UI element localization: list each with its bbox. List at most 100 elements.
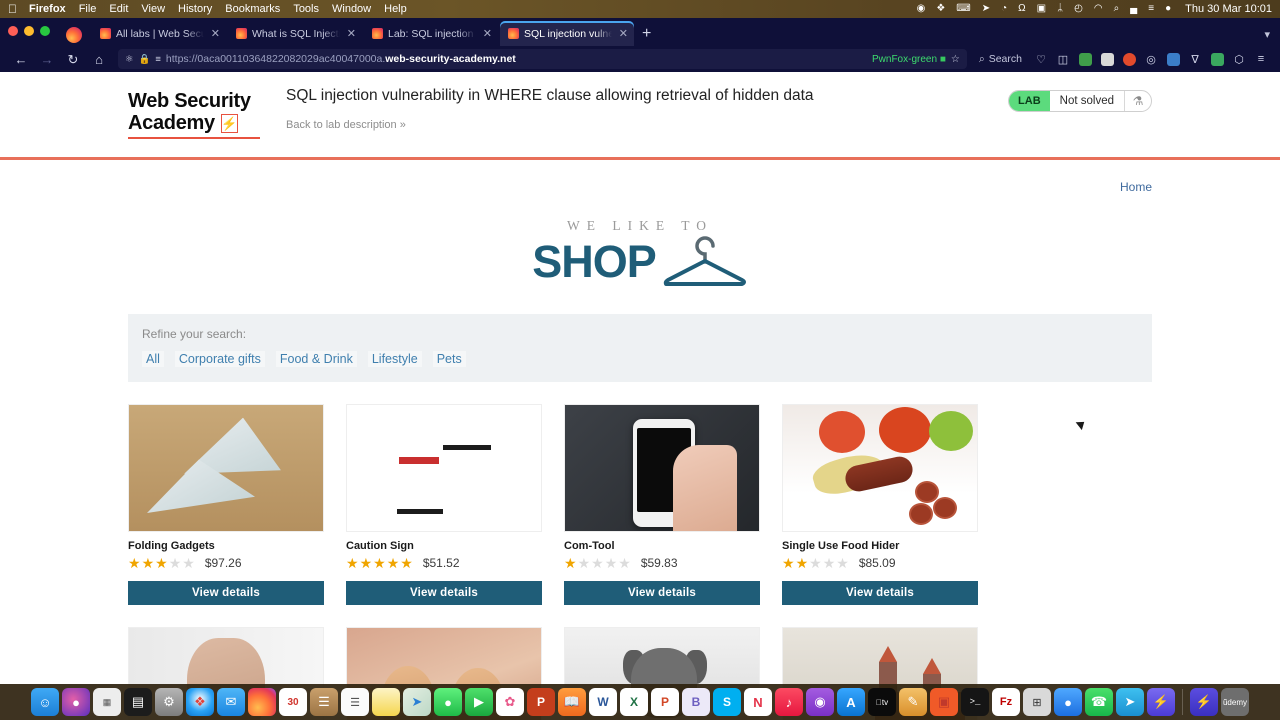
facetime-icon[interactable]: ▶ xyxy=(465,688,493,716)
safari-icon[interactable]: ❖ xyxy=(186,688,214,716)
menu-item-firefox[interactable]: Firefox xyxy=(29,3,66,15)
view-details-button[interactable]: View details xyxy=(128,581,324,605)
search-field[interactable]: ⌕ Search xyxy=(979,53,1022,66)
product-image-yellow-caution-signs[interactable] xyxy=(346,404,542,532)
address-bar[interactable]: ⚛ 🔒 ≡ https://0aca00110364822082029ac400… xyxy=(118,49,967,69)
menu-item-edit[interactable]: Edit xyxy=(109,3,128,15)
new-tab-button[interactable]: + xyxy=(642,26,651,42)
menu-item-tools[interactable]: Tools xyxy=(293,3,319,15)
account-icon[interactable]: ⬡ xyxy=(1228,50,1250,68)
menu-item-history[interactable]: History xyxy=(178,3,212,15)
terminal-icon[interactable]: >_ xyxy=(961,688,989,716)
home-link[interactable]: Home xyxy=(1120,180,1152,194)
menu-item-file[interactable]: File xyxy=(79,3,97,15)
sidebar-icon[interactable]: ◫ xyxy=(1052,50,1074,68)
udemy-icon[interactable]: ũdemy xyxy=(1221,688,1249,716)
keyboard-icon[interactable]: ⌨ xyxy=(956,4,970,14)
siri-icon[interactable]: ● xyxy=(62,688,90,716)
lab-status-widget[interactable]: LAB Not solved ⚗ xyxy=(1008,90,1152,112)
close-window-button[interactable] xyxy=(8,26,18,36)
mission-control-icon[interactable]: ▤ xyxy=(124,688,152,716)
powerpoint-red-icon[interactable]: P xyxy=(527,688,555,716)
flask-icon[interactable]: ⚗ xyxy=(1125,91,1151,111)
menu-item-bookmarks[interactable]: Bookmarks xyxy=(225,3,280,15)
appstore-icon[interactable]: A xyxy=(837,688,865,716)
tab-lab-sql-injection[interactable]: Lab: SQL injection vulnerability ✕ xyxy=(364,21,498,46)
extension-hackvertor-icon[interactable] xyxy=(1074,50,1096,68)
news-icon[interactable]: N xyxy=(744,688,772,716)
apple-menu-icon[interactable]:  xyxy=(8,3,17,15)
filter-lifestyle[interactable]: Lifestyle xyxy=(367,351,422,367)
mail-icon[interactable]: ✉ xyxy=(217,688,245,716)
screenshot-icon[interactable]: ▣ xyxy=(1037,4,1046,14)
tab-sql-injection-where-clause[interactable]: SQL injection vulnerability in WH ✕ xyxy=(500,21,634,46)
close-tab-icon[interactable]: ✕ xyxy=(481,27,494,40)
dropbox-icon[interactable]: ❖ xyxy=(936,4,945,14)
list-all-tabs-icon[interactable]: ▾ xyxy=(1264,28,1270,41)
maximize-window-button[interactable] xyxy=(40,26,50,36)
thunderbolt-icon[interactable]: ⚡ xyxy=(1147,688,1175,716)
extension-wayback-icon[interactable]: ∇ xyxy=(1184,50,1206,68)
contacts-icon[interactable]: ☰ xyxy=(310,688,338,716)
bluetooth-icon[interactable]: ᛦ xyxy=(1057,4,1063,14)
zoom-icon[interactable]: ● xyxy=(1054,688,1082,716)
extension-shield-icon[interactable]: ◎ xyxy=(1140,50,1162,68)
maps-icon[interactable]: ➤ xyxy=(403,688,431,716)
spotlight-search-icon[interactable]: ⌕ xyxy=(1114,4,1120,14)
books-icon[interactable]: 📖 xyxy=(558,688,586,716)
launchpad-icon[interactable]: ▦ xyxy=(93,688,121,716)
tab-what-is-sql-injection[interactable]: What is SQL Injection? Tutorial ✕ xyxy=(228,21,362,46)
reload-button[interactable]: ↻ xyxy=(60,53,86,66)
location-icon[interactable]: ➤ xyxy=(982,4,990,14)
clock-face-icon[interactable]: ◔ xyxy=(1001,4,1007,14)
back-button[interactable]: ← xyxy=(8,53,34,66)
whatsapp-icon[interactable]: ☎ xyxy=(1085,688,1113,716)
telegram-icon[interactable]: ➤ xyxy=(1116,688,1144,716)
extension-foxyproxy-icon[interactable] xyxy=(1118,50,1140,68)
filter-pets[interactable]: Pets xyxy=(432,351,466,367)
back-to-lab-description-link[interactable]: Back to lab description » xyxy=(286,119,406,131)
system-preferences-icon[interactable]: ⚙ xyxy=(155,688,183,716)
calculator-icon[interactable]: ⊞ xyxy=(1023,688,1051,716)
music-icon[interactable]: ♪ xyxy=(775,688,803,716)
messages-icon[interactable]: ● xyxy=(434,688,462,716)
finder-icon[interactable]: ☺ xyxy=(31,688,59,716)
pocket-icon[interactable]: ♡ xyxy=(1030,50,1052,68)
close-tab-icon[interactable]: ✕ xyxy=(209,27,222,40)
view-details-button[interactable]: View details xyxy=(346,581,542,605)
burpsuite-icon[interactable]: ▣ xyxy=(930,688,958,716)
shield-icon[interactable]: ⚛ xyxy=(125,54,134,65)
filter-food-and-drink[interactable]: Food & Drink xyxy=(275,351,357,367)
excel-icon[interactable]: X xyxy=(620,688,648,716)
extension-notes-icon[interactable] xyxy=(1206,50,1228,68)
filter-all[interactable]: All xyxy=(142,351,164,367)
photos-icon[interactable]: ✿ xyxy=(496,688,524,716)
record-icon[interactable]: ◉ xyxy=(917,4,926,14)
reminders-icon[interactable]: ☰ xyxy=(341,688,369,716)
siri-icon[interactable]: ● xyxy=(1165,4,1171,14)
headphones-icon[interactable]: Ω xyxy=(1018,4,1025,14)
bitwarden-icon[interactable]: B xyxy=(682,688,710,716)
reader-view-icon[interactable]: ≡ xyxy=(155,54,161,65)
firefox-icon[interactable] xyxy=(248,688,276,716)
product-image-origami-paper-plane[interactable] xyxy=(128,404,324,532)
menubar-clock[interactable]: Thu 30 Mar 10:01 xyxy=(1185,3,1272,15)
view-details-button[interactable]: View details xyxy=(564,581,760,605)
preview-icon[interactable]: ✎ xyxy=(899,688,927,716)
menu-item-window[interactable]: Window xyxy=(332,3,371,15)
lock-icon[interactable]: 🔒 xyxy=(139,54,151,65)
view-details-button[interactable]: View details xyxy=(782,581,978,605)
menu-item-view[interactable]: View xyxy=(141,3,165,15)
product-image-hand-holding-smartphone[interactable] xyxy=(564,404,760,532)
filter-corporate-gifts[interactable]: Corporate gifts xyxy=(174,351,265,367)
controlcenter-icon[interactable]: ≡ xyxy=(1148,4,1154,14)
window-controls[interactable] xyxy=(8,18,50,46)
close-tab-icon[interactable]: ✕ xyxy=(617,27,630,40)
close-tab-icon[interactable]: ✕ xyxy=(345,27,358,40)
app-menu-icon[interactable]: ≡ xyxy=(1250,50,1272,68)
tab-all-labs[interactable]: All labs | Web Security Academy ✕ xyxy=(92,21,226,46)
word-icon[interactable]: W xyxy=(589,688,617,716)
podcasts-icon[interactable]: ◉ xyxy=(806,688,834,716)
home-button[interactable]: ⌂ xyxy=(86,53,112,66)
timemachine-icon[interactable]: ◴ xyxy=(1074,4,1083,14)
